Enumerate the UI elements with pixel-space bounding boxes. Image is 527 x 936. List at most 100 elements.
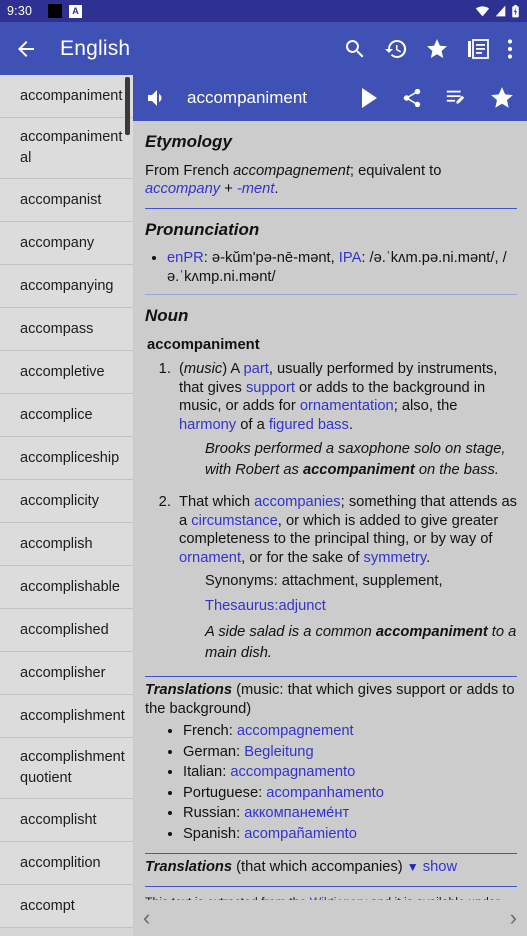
italic-text: on the bass.: [414, 462, 499, 478]
black-square-icon: [48, 4, 63, 18]
word-list-drawer[interactable]: accompaniment accompanimental accompanist a…: [0, 75, 133, 936]
sidebar-word-item[interactable]: accomplisht: [0, 799, 133, 842]
definition-link[interactable]: accompanies: [254, 494, 341, 510]
etymology-prefix: From French: [145, 162, 234, 179]
translation-word-link[interactable]: acompañamiento: [244, 826, 357, 842]
definition-panel: accompaniment Etymology From French acco…: [133, 75, 527, 936]
star-icon[interactable]: [425, 37, 449, 61]
translations-label-2: Translations: [145, 859, 233, 875]
etymology-link2-label: -ment: [236, 181, 275, 197]
translation-item: German: Begleitung: [183, 742, 517, 763]
chevron-down-icon[interactable]: ▼: [407, 860, 419, 874]
etymology-text: From French accompagnement; equivalent t…: [145, 162, 517, 199]
sidebar-word-item[interactable]: accompliceship: [0, 437, 133, 480]
sidebar-word-item[interactable]: accompanimental: [0, 118, 133, 179]
sidebar-word-item[interactable]: accomplishment quotient: [0, 738, 133, 799]
prev-page-button[interactable]: ‹: [143, 907, 150, 929]
back-arrow-icon[interactable]: [14, 37, 38, 61]
definition-text: That which accompanies; something that a…: [179, 493, 517, 567]
definition-link[interactable]: part: [244, 361, 269, 377]
overflow-menu-icon[interactable]: [507, 38, 513, 60]
plain-text: ) A: [222, 361, 244, 377]
sidebar-scrollbar[interactable]: [125, 77, 130, 135]
sidebar-word-item[interactable]: accompaniment: [0, 75, 133, 118]
translation-word-link[interactable]: accompagnamento: [230, 764, 355, 780]
battery-icon: [512, 4, 519, 17]
translation-word-link[interactable]: acompanhamento: [266, 785, 384, 801]
sidebar-word-item[interactable]: accompletive: [0, 351, 133, 394]
search-icon[interactable]: [343, 37, 367, 61]
etymology-link-accompany[interactable]: accompany: [145, 181, 220, 197]
divider: [145, 676, 517, 677]
translation-item: Italian: accompagnamento: [183, 762, 517, 783]
sidebar-word-item[interactable]: accomplition: [0, 842, 133, 885]
status-bar-left: 9:30 A: [7, 4, 83, 18]
history-icon[interactable]: [384, 37, 408, 61]
italic-text: music: [183, 361, 223, 377]
library-icon[interactable]: [466, 37, 490, 61]
thesaurus-link[interactable]: Thesaurus:adjunct: [205, 598, 326, 614]
translation-word-link[interactable]: аккомпанеме́нт: [244, 805, 349, 821]
italic-text: A side salad is a common: [205, 624, 376, 640]
translation-language: French:: [183, 723, 237, 739]
divider: [145, 853, 517, 854]
enpr-link[interactable]: enPR: [167, 250, 204, 266]
page-navigation: ‹ ›: [133, 900, 527, 936]
translations-heading-2: Translations (that which accompanies) ▼ …: [145, 858, 517, 877]
translation-word-link[interactable]: Begleitung: [244, 744, 313, 760]
translation-word-link[interactable]: accompagnement: [237, 723, 354, 739]
sidebar-word-item[interactable]: accomplishable: [0, 566, 133, 609]
translation-item: Russian: аккомпанеме́нт: [183, 803, 517, 824]
translation-language: Spanish:: [183, 825, 245, 842]
definition-item: That which accompanies; something that a…: [175, 493, 517, 664]
next-page-button[interactable]: ›: [510, 907, 517, 929]
speaker-icon[interactable]: [145, 86, 169, 110]
definition-link[interactable]: circumstance: [191, 513, 278, 529]
sidebar-word-item[interactable]: accomplishment: [0, 695, 133, 738]
sidebar-word-item[interactable]: accomplice: [0, 394, 133, 437]
definition-link[interactable]: harmony: [179, 417, 236, 433]
definition-link[interactable]: ornamentation: [300, 398, 394, 414]
translation-item: French: accompagnement: [183, 721, 517, 742]
translation-language: Italian:: [183, 764, 231, 780]
sidebar-word-item[interactable]: accompt: [0, 885, 133, 928]
share-icon[interactable]: [401, 87, 423, 109]
definition-link[interactable]: figured bass: [269, 417, 349, 433]
translations-gloss-2: (that which accompanies): [232, 859, 407, 875]
sidebar-word-item[interactable]: accomplished: [0, 609, 133, 652]
definition-link[interactable]: ornament: [179, 550, 241, 566]
wifi-icon: [475, 6, 490, 17]
sidebar-word-item[interactable]: accomplish: [0, 523, 133, 566]
sidebar-word-item[interactable]: accomplicity: [0, 480, 133, 523]
a-badge-icon: A: [69, 4, 83, 18]
divider: [145, 207, 517, 209]
definition-link[interactable]: symmetry: [364, 550, 427, 566]
plain-text: That which: [179, 494, 255, 510]
sidebar-word-item[interactable]: accompass: [0, 308, 133, 351]
etymology-link-ment[interactable]: -ment: [237, 181, 275, 197]
edit-note-icon[interactable]: [445, 87, 467, 109]
article-body: Etymology From French accompagnement; eq…: [133, 121, 527, 936]
body-split: accompaniment accompanimental accompanist a…: [0, 75, 527, 936]
translation-item: Portuguese: acompanhamento: [183, 783, 517, 804]
sidebar-word-item[interactable]: accompanying: [0, 265, 133, 308]
page-title: English: [60, 36, 131, 60]
play-icon[interactable]: [359, 87, 379, 109]
emphasis-text: accompaniment: [302, 462, 415, 478]
translations-label: Translations: [145, 682, 233, 698]
etymology-heading: Etymology: [145, 132, 232, 151]
pronunciation-heading: Pronunciation: [145, 219, 260, 239]
star-icon[interactable]: [489, 85, 515, 111]
plain-text: of a: [236, 416, 269, 433]
sidebar-word-item[interactable]: accompanist: [0, 179, 133, 222]
definition-link[interactable]: support: [246, 380, 295, 396]
divider: [145, 885, 517, 887]
sidebar-word-item[interactable]: accomplisher: [0, 652, 133, 695]
divider: [145, 294, 517, 295]
translation-language: German:: [183, 743, 245, 760]
app-bar: English: [0, 22, 527, 75]
ipa-link[interactable]: IPA: [339, 250, 362, 266]
show-translations-toggle[interactable]: show: [423, 859, 457, 875]
word-list[interactable]: accompaniment accompanimental accompanist a…: [0, 75, 133, 928]
sidebar-word-item[interactable]: accompany: [0, 222, 133, 265]
